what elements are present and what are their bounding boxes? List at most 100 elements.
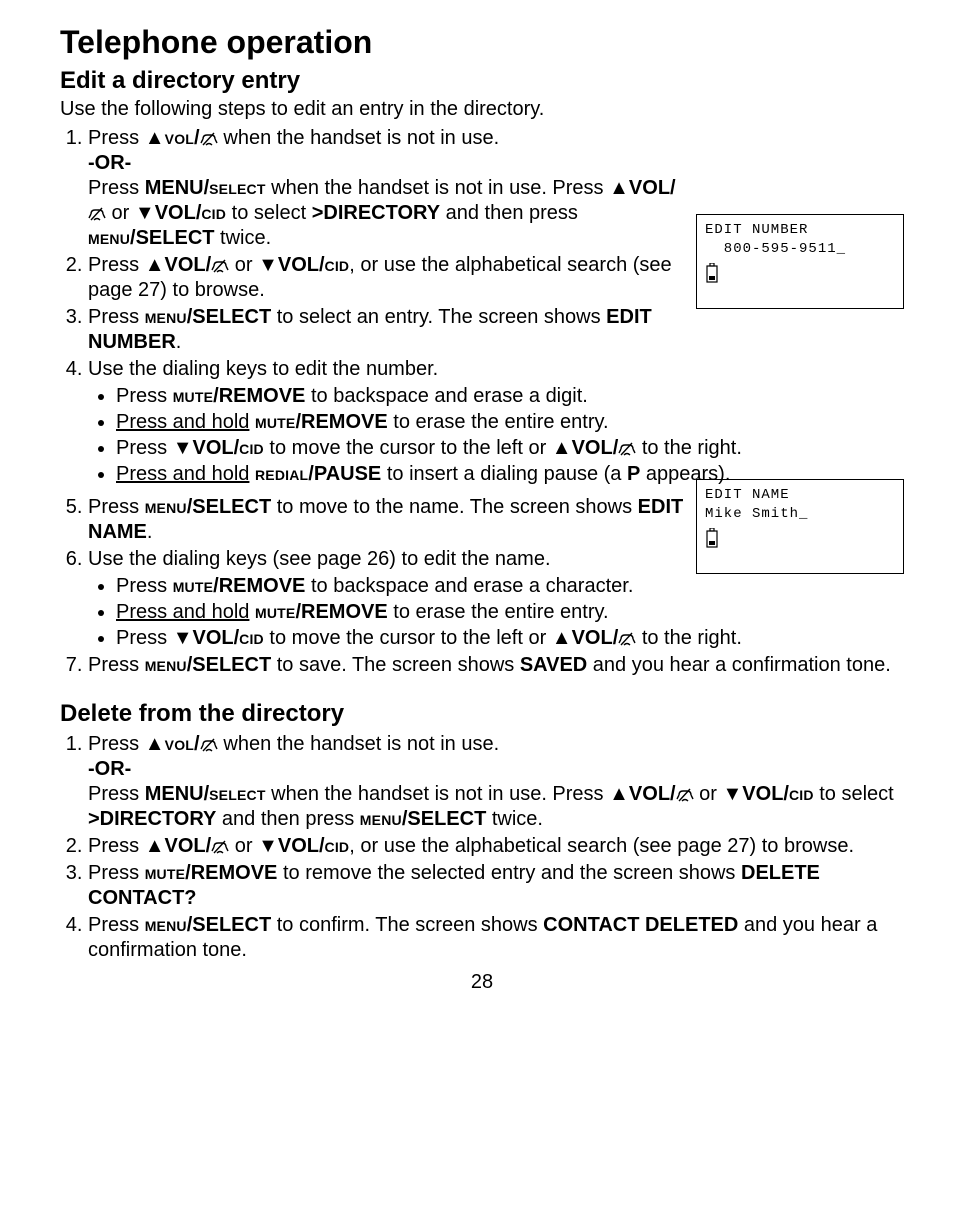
lcd-screen-edit-name: EDIT NAME Mike Smith_ bbox=[696, 479, 904, 574]
or-label: -OR- bbox=[88, 757, 904, 782]
volup-label: ▲VOL/ bbox=[552, 437, 618, 459]
vol-up-label: ▲vol/ bbox=[145, 733, 200, 755]
cid-label: cid bbox=[789, 783, 814, 805]
t: or bbox=[229, 835, 258, 857]
t: or bbox=[106, 202, 135, 224]
volup-label: ▲VOL/ bbox=[145, 835, 211, 857]
t: Press bbox=[88, 306, 145, 328]
sub-item: Press ▼VOL/cid to move the cursor to the… bbox=[116, 626, 904, 651]
t: Press MENU/select when the handset is no… bbox=[88, 782, 904, 832]
edit-step-4: Use the dialing keys to edit the number.… bbox=[88, 357, 904, 487]
voldown-label: ▼VOL/ bbox=[173, 627, 239, 649]
voldown-label: ▼VOL/ bbox=[258, 254, 324, 276]
t: or bbox=[229, 254, 258, 276]
voldown-label: ▼VOL/ bbox=[173, 437, 239, 459]
volup-label: ▲VOL/ bbox=[609, 177, 675, 199]
menu-label: menu bbox=[88, 227, 130, 249]
t: or bbox=[694, 783, 723, 805]
select-label: /SELECT bbox=[187, 306, 271, 328]
remove-label: /REMOVE bbox=[295, 411, 387, 433]
delete-step-1: Press ▲vol/ when the handset is not in u… bbox=[88, 732, 904, 832]
vol-up-label: ▲vol/ bbox=[145, 127, 200, 149]
t: Press bbox=[88, 862, 145, 884]
select-label: /SELECT bbox=[187, 654, 271, 676]
ringer-icon bbox=[211, 259, 229, 273]
t: twice. bbox=[486, 808, 543, 830]
or-label: -OR- bbox=[88, 151, 904, 176]
t: to move to the name. The screen shows bbox=[271, 496, 637, 518]
page-title: Telephone operation bbox=[60, 24, 904, 61]
battery-icon bbox=[705, 263, 719, 283]
ringer-icon bbox=[676, 788, 694, 802]
t: Press bbox=[116, 385, 173, 407]
t: . bbox=[176, 331, 182, 353]
ringer-icon bbox=[211, 840, 229, 854]
t: Press bbox=[116, 437, 173, 459]
ringer-icon bbox=[200, 738, 218, 752]
voldown-label: ▼VOL/ bbox=[258, 835, 324, 857]
edit-step-3: Press menu/SELECT to select an entry. Th… bbox=[88, 305, 904, 355]
menu-label: menu bbox=[145, 914, 187, 936]
sub-item: Press and hold mute/REMOVE to erase the … bbox=[116, 410, 904, 435]
t: Press bbox=[88, 733, 145, 755]
t: to select bbox=[814, 783, 894, 805]
p-label: P bbox=[627, 463, 640, 485]
edit-step-4-sub: Press mute/REMOVE to backspace and erase… bbox=[88, 384, 904, 487]
redial-label: redial bbox=[255, 463, 308, 485]
remove-label: /REMOVE bbox=[213, 575, 305, 597]
sub-item: Press mute/REMOVE to backspace and erase… bbox=[116, 574, 904, 599]
t: appears). bbox=[640, 463, 730, 485]
menu-label: MENU/ bbox=[145, 783, 209, 805]
t: to move the cursor to the left or bbox=[264, 437, 552, 459]
menu-label: MENU/ bbox=[145, 177, 209, 199]
t: Press bbox=[88, 654, 145, 676]
t: to backspace and erase a character. bbox=[305, 575, 633, 597]
lcd-line1: EDIT NUMBER bbox=[705, 221, 895, 240]
t: to insert a dialing pause (a bbox=[381, 463, 627, 485]
voldown-label: ▼VOL/ bbox=[135, 202, 201, 224]
ringer-icon bbox=[88, 207, 106, 221]
cid-label: cid bbox=[239, 437, 264, 459]
t: to erase the entire entry. bbox=[388, 411, 609, 433]
page: Telephone operation Edit a directory ent… bbox=[0, 0, 954, 1232]
volup-label: ▲VOL/ bbox=[609, 783, 675, 805]
remove-label: /REMOVE bbox=[185, 862, 277, 884]
sub-item: Press ▼VOL/cid to move the cursor to the… bbox=[116, 436, 904, 461]
remove-label: /REMOVE bbox=[213, 385, 305, 407]
t: Press bbox=[88, 254, 145, 276]
t: Press bbox=[88, 783, 145, 805]
t: Press bbox=[88, 496, 145, 518]
t: to the right. bbox=[636, 437, 742, 459]
delete-step-4: Press menu/SELECT to confirm. The screen… bbox=[88, 913, 904, 963]
t: Press bbox=[116, 627, 173, 649]
pause-label: /PAUSE bbox=[308, 463, 381, 485]
delete-step-3: Press mute/REMOVE to remove the selected… bbox=[88, 861, 904, 911]
mute-label: mute bbox=[173, 575, 213, 597]
t: when the handset is not in use. Press bbox=[266, 783, 610, 805]
t: Use the dialing keys (see page 26) to ed… bbox=[88, 548, 551, 570]
menu-label: menu bbox=[145, 654, 187, 676]
mute-label: mute bbox=[173, 385, 213, 407]
mute-label: mute bbox=[255, 601, 295, 623]
select-label: /SELECT bbox=[402, 808, 486, 830]
select-label: /SELECT bbox=[130, 227, 214, 249]
t: Press and hold bbox=[116, 411, 249, 433]
t: Press bbox=[88, 177, 145, 199]
edit-step-6-sub: Press mute/REMOVE to backspace and erase… bbox=[88, 574, 904, 651]
t: and then press bbox=[216, 808, 359, 830]
t: and you hear a confirmation tone. bbox=[587, 654, 891, 676]
battery-icon bbox=[705, 528, 719, 548]
t: to save. The screen shows bbox=[271, 654, 520, 676]
delete-steps: Press ▲vol/ when the handset is not in u… bbox=[60, 732, 904, 963]
ringer-icon bbox=[200, 132, 218, 146]
t: Use the dialing keys to edit the number. bbox=[88, 358, 438, 380]
t: Press and hold bbox=[116, 463, 249, 485]
mute-label: mute bbox=[255, 411, 295, 433]
t: to move the cursor to the left or bbox=[264, 627, 552, 649]
contact-deleted-label: CONTACT DELETED bbox=[543, 914, 738, 936]
sub-item: Press and hold mute/REMOVE to erase the … bbox=[116, 600, 904, 625]
t: and then press bbox=[440, 202, 578, 224]
t: when the handset is not in use. bbox=[218, 127, 499, 149]
t: twice. bbox=[214, 227, 271, 249]
cid-label: cid bbox=[325, 254, 350, 276]
